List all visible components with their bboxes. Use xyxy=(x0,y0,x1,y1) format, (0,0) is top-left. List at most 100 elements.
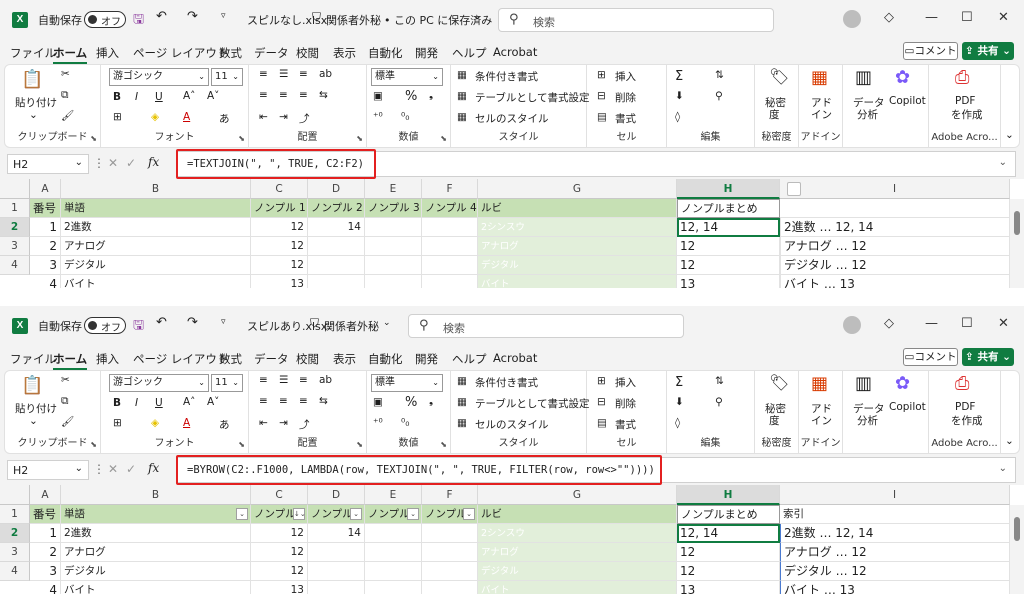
cell-G5[interactable]: バイト xyxy=(478,275,677,288)
pdf-button-2[interactable]: を作成 xyxy=(951,413,983,428)
cell-A3[interactable]: 2 xyxy=(30,237,61,256)
font-name-select[interactable]: 游ゴシック ⌄ xyxy=(109,68,209,86)
cell-C3[interactable]: 12 xyxy=(251,543,308,562)
align-icon-3[interactable]: ⇆ xyxy=(319,395,328,407)
column-header-B[interactable]: B xyxy=(61,179,251,199)
tab-7[interactable]: 表示 xyxy=(333,351,356,367)
cell-B3[interactable]: アナログ xyxy=(61,543,251,562)
find-icon[interactable]: ⚲ xyxy=(715,90,723,102)
copilot-icon[interactable]: ✿ xyxy=(895,373,910,394)
filter-dropdown-icon[interactable]: ⌄ xyxy=(350,508,362,520)
underline-icon[interactable]: U xyxy=(155,397,163,409)
header-cell-A[interactable]: 番号 xyxy=(30,505,61,524)
cell-F5[interactable] xyxy=(422,275,478,288)
column-header-F[interactable]: F xyxy=(422,485,478,505)
table-format-icon[interactable]: ▦ xyxy=(457,396,467,408)
cell-C4[interactable]: 12 xyxy=(251,562,308,581)
cell-E5[interactable] xyxy=(365,275,422,288)
name-box[interactable]: H2 ⌄ xyxy=(7,460,89,480)
cond-format-button[interactable]: 条件付き書式 xyxy=(475,375,538,390)
data-analysis-icon[interactable]: ▥ xyxy=(855,373,872,394)
copilot-icon[interactable]: ✿ xyxy=(895,67,910,88)
tab-7[interactable]: 表示 xyxy=(333,45,356,61)
cell-B4[interactable]: デジタル xyxy=(61,256,251,275)
align-top-icon-0[interactable]: ≡ xyxy=(259,374,268,386)
avatar[interactable] xyxy=(843,316,861,334)
increase-font-icon[interactable]: A˄ xyxy=(183,90,195,102)
undo-icon[interactable]: ↶ xyxy=(156,9,167,24)
fill-icon[interactable]: ⬇ xyxy=(675,90,684,102)
dialog-launcher-icon[interactable]: ⬊ xyxy=(356,134,363,143)
cell-G2[interactable]: 2シンスウ xyxy=(478,218,677,237)
cell-I2[interactable]: 2進数 … 12, 14 xyxy=(780,524,1010,543)
share-button[interactable]: ⇪ 共有 ⌄ xyxy=(962,42,1014,60)
header-cell-E[interactable]: ノンプル ⌄ xyxy=(365,505,422,524)
paste-button[interactable]: 貼り付け xyxy=(15,95,57,110)
cell-A4[interactable]: 3 xyxy=(30,256,61,275)
cell-E2[interactable] xyxy=(365,524,422,543)
column-header-D[interactable]: D xyxy=(308,179,365,199)
sensitivity-label[interactable]: 関係者外秘 xyxy=(324,318,379,334)
tab-1[interactable]: ホーム xyxy=(53,351,88,370)
cell-E4[interactable] xyxy=(365,256,422,275)
pdf-icon[interactable]: ⎙ xyxy=(955,67,969,88)
customize-qat-icon[interactable]: ▿ xyxy=(221,11,226,21)
cell-H3[interactable]: 12 xyxy=(677,237,780,256)
fill-icon[interactable]: ⬇ xyxy=(675,396,684,408)
tab-5[interactable]: データ xyxy=(254,351,289,367)
delete-icon[interactable]: ⊟ xyxy=(597,396,606,408)
cell-H5[interactable]: 13 xyxy=(677,581,780,594)
cell-H4[interactable]: 12 xyxy=(677,256,780,275)
cell-I3[interactable]: アナログ … 12 xyxy=(780,543,1010,562)
sensitivity-icon[interactable]: 🏷 xyxy=(769,373,789,392)
chevron-down-icon[interactable]: ⌄ xyxy=(29,415,38,427)
sort-icon[interactable]: ⇅ xyxy=(715,69,724,81)
insert-icon[interactable]: ⊞ xyxy=(597,375,606,387)
table-format-icon[interactable]: ▦ xyxy=(457,90,467,102)
cell-B2[interactable]: 2進数 xyxy=(61,218,251,237)
cell-D4[interactable] xyxy=(308,256,365,275)
tab-9[interactable]: 開発 xyxy=(415,351,438,367)
dialog-launcher-icon[interactable]: ⬊ xyxy=(356,440,363,449)
comma-icon[interactable]: ❟ xyxy=(429,395,433,408)
collapse-ribbon-icon[interactable]: ⌄ xyxy=(1005,129,1014,141)
diamond-icon[interactable]: ◇ xyxy=(884,316,894,331)
align-top-icon-3[interactable]: ab xyxy=(319,68,332,80)
tab-6[interactable]: 校閲 xyxy=(296,45,319,61)
indent-icon-0[interactable]: ⇤ xyxy=(259,111,268,123)
table-format-button[interactable]: テーブルとして書式設定 xyxy=(475,396,590,411)
minimize-icon[interactable]: — xyxy=(925,10,938,25)
cell-A3[interactable]: 2 xyxy=(30,543,61,562)
font-color-icon[interactable]: A xyxy=(183,417,190,429)
format-painter-icon[interactable]: 🖌 xyxy=(61,109,74,122)
cell-C2[interactable]: 12 xyxy=(251,218,308,237)
dialog-launcher-icon[interactable]: ⬊ xyxy=(238,134,245,143)
phonetic-icon[interactable]: あ xyxy=(219,417,230,432)
pdf-button[interactable]: PDF xyxy=(955,401,975,413)
cell-I4[interactable]: デジタル … 12 xyxy=(780,562,1010,581)
filter-dropdown-icon[interactable]: ⌄ xyxy=(236,508,248,520)
enter-icon[interactable]: ✓ xyxy=(126,462,136,476)
column-header-G[interactable]: G xyxy=(478,179,677,199)
cell-D2[interactable]: 14 xyxy=(308,218,365,237)
scroll-thumb[interactable] xyxy=(1014,211,1020,235)
cell-H5[interactable]: 13 xyxy=(677,275,780,288)
tab-6[interactable]: 校閲 xyxy=(296,351,319,367)
header-cell-F[interactable]: ノンプル ⌄ xyxy=(422,505,478,524)
tab-5[interactable]: データ xyxy=(254,45,289,61)
close-icon[interactable]: ✕ xyxy=(998,10,1009,25)
row-header-1[interactable]: 1 xyxy=(0,505,30,524)
header-cell-B[interactable]: 単語 xyxy=(61,199,251,218)
cell-B2[interactable]: 2進数 xyxy=(61,524,251,543)
addins-button-2[interactable]: イン xyxy=(811,107,832,122)
save-icon[interactable]: 🖫 xyxy=(133,316,144,338)
data-analysis-button-2[interactable]: 分析 xyxy=(857,107,878,122)
autosum-icon[interactable]: Σ xyxy=(675,375,683,390)
indent-icon-0[interactable]: ⇤ xyxy=(259,417,268,429)
tab-1[interactable]: ホーム xyxy=(53,45,88,64)
cell-C2[interactable]: 12 xyxy=(251,524,308,543)
header-cell-G[interactable]: ルビ xyxy=(478,199,677,218)
cancel-icon[interactable]: ✕ xyxy=(108,156,118,170)
align-icon-1[interactable]: ≡ xyxy=(279,395,288,407)
phonetic-icon[interactable]: あ xyxy=(219,111,230,126)
